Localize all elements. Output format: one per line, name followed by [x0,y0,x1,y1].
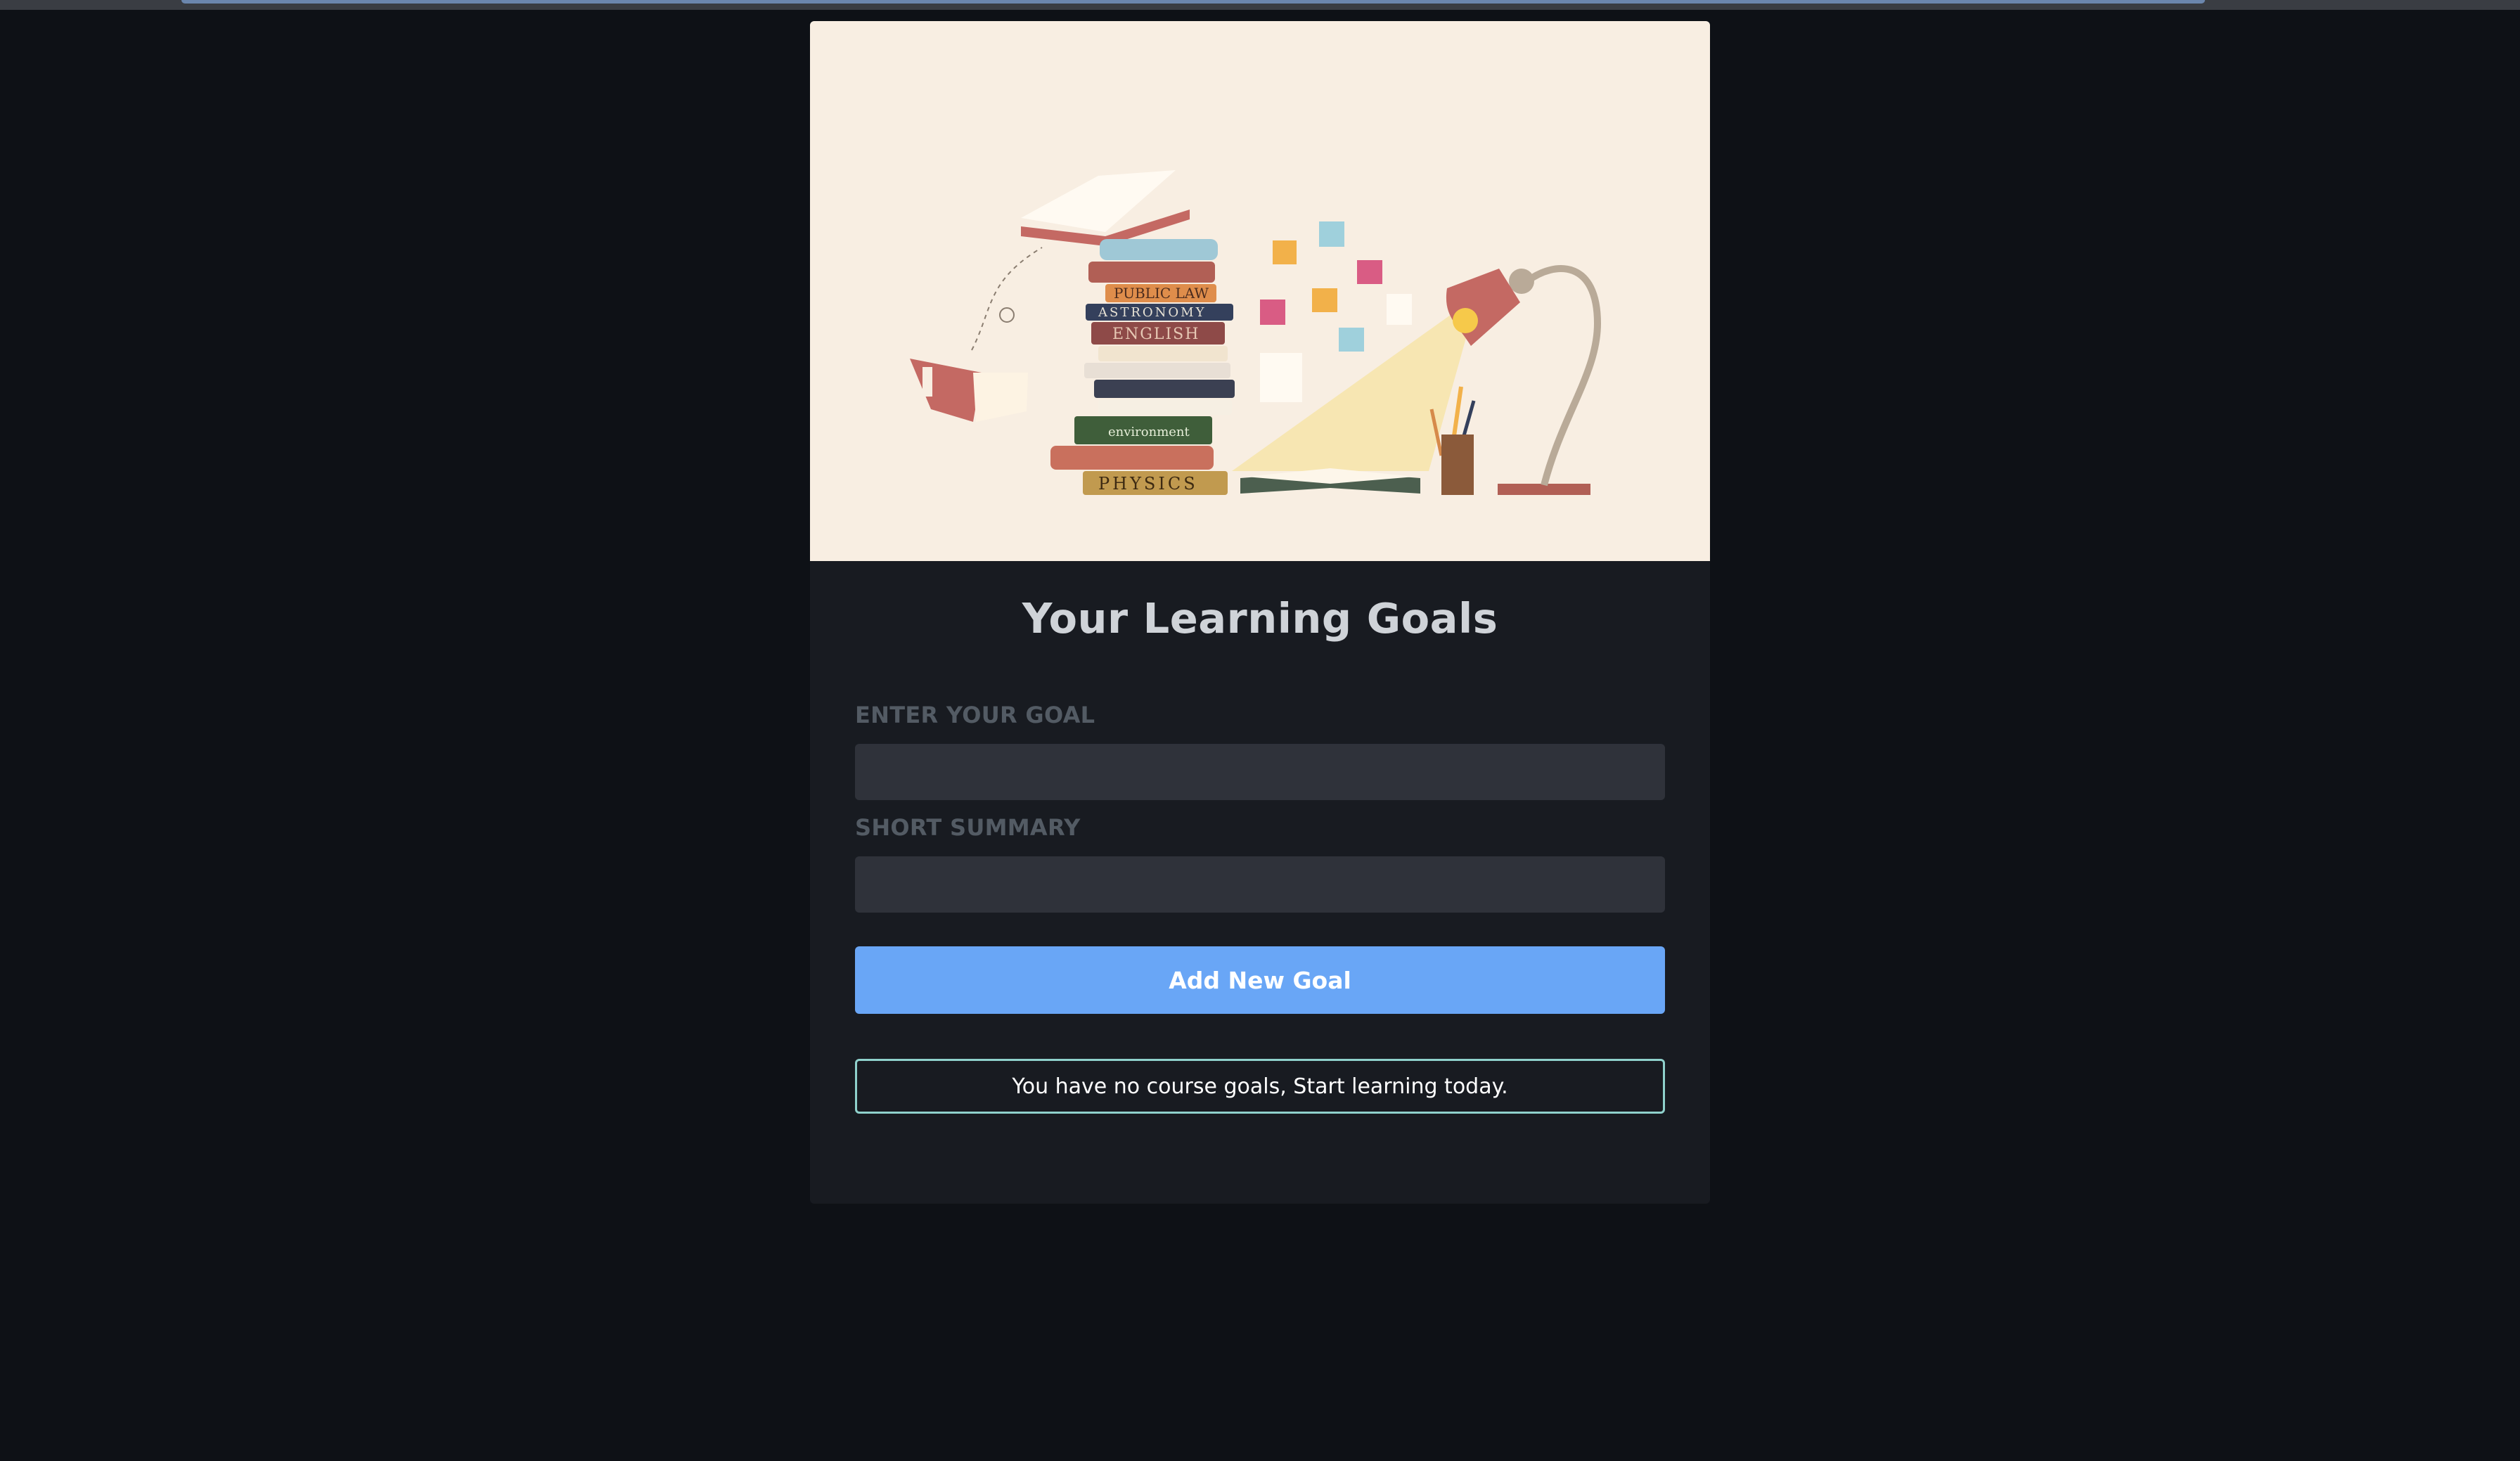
add-new-goal-button[interactable]: Add New Goal [855,946,1665,1014]
book-spine-environment: environment [1108,425,1190,439]
empty-goals-message: You have no course goals, Start learning… [1012,1074,1508,1099]
book-spine-physics: PHYSICS [1098,474,1198,494]
summary-label: SHORT SUMMARY [855,814,1081,841]
goal-label: ENTER YOUR GOAL [855,702,1095,728]
browser-top-bar [0,0,2520,10]
book-spine-astronomy: ASTRONOMY [1098,305,1206,320]
book-spine-public-law: PUBLIC LAW [1114,285,1209,302]
summary-input[interactable] [855,856,1665,913]
book-spine-english: ENGLISH [1112,326,1200,343]
empty-goals-notice: You have no course goals, Start learning… [855,1059,1665,1114]
page-title: Your Learning Goals [1022,594,1498,643]
hero-image: PUBLIC LAW ASTRONOMY ENGLISH environment… [810,21,1710,561]
loading-bar [181,0,2205,4]
books-and-lamp-illustration: PUBLIC LAW ASTRONOMY ENGLISH environment… [910,170,1602,495]
goal-input[interactable] [855,744,1665,800]
goals-card: PUBLIC LAW ASTRONOMY ENGLISH environment… [810,21,1710,1204]
